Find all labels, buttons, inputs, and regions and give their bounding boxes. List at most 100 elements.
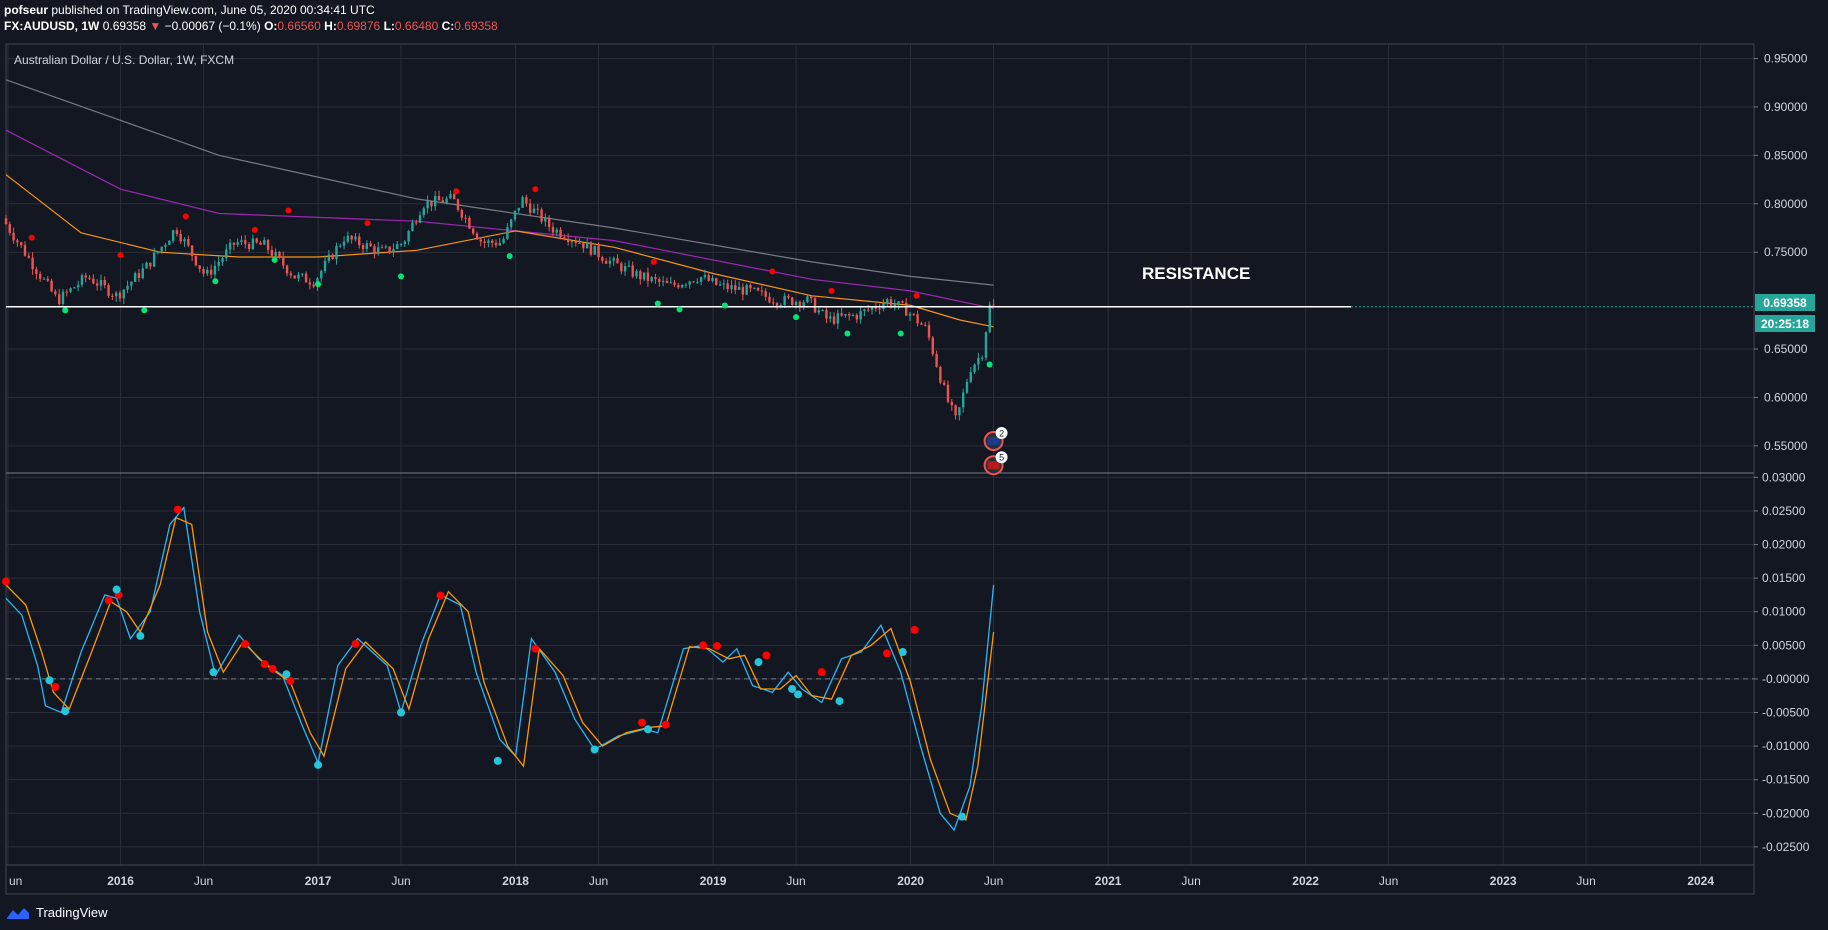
event-count-label[interactable]: 5	[999, 453, 1004, 463]
countdown-badge-label: 20:25:18	[1761, 317, 1809, 331]
pivot-low-marker	[676, 306, 683, 313]
candle-body	[532, 208, 536, 213]
cross-down-marker	[268, 664, 277, 673]
candle-body	[95, 283, 99, 286]
candle-body	[642, 272, 646, 280]
candle-body	[221, 258, 224, 262]
y-tick-label: 0.55000	[1764, 439, 1808, 453]
flag-icon[interactable]	[987, 461, 1000, 470]
candle-body	[563, 237, 566, 240]
x-tick-label: 2023	[1490, 874, 1517, 888]
candle-body	[521, 197, 524, 208]
y-tick-label: -0.02500	[1762, 840, 1810, 854]
candle-body	[540, 209, 543, 222]
candles	[4, 189, 995, 421]
candle-body	[426, 201, 429, 209]
event-count-label[interactable]: 2	[999, 429, 1004, 439]
pivot-high-marker	[364, 220, 371, 227]
candle-body	[916, 314, 919, 324]
x-tick-label: 2022	[1292, 874, 1319, 888]
candle-body	[718, 284, 722, 286]
candle-body	[939, 366, 942, 383]
candle-body	[19, 242, 23, 246]
y-tick-label: -0.01000	[1762, 739, 1810, 753]
candle-body	[388, 246, 391, 253]
footer-brand[interactable]: TradingView	[6, 905, 108, 920]
y-tick-label: -0.00500	[1762, 705, 1810, 719]
candle-body	[924, 324, 927, 326]
candle-body	[88, 277, 91, 279]
flag-icon[interactable]	[987, 437, 1000, 446]
candle-body	[137, 273, 141, 279]
cross-up-marker	[45, 676, 54, 685]
candle-body	[578, 242, 581, 244]
candle-body	[270, 250, 274, 256]
event-markers[interactable]: 25	[983, 427, 1008, 476]
candle-body	[889, 299, 893, 307]
candle-body	[396, 244, 399, 250]
candle-body	[103, 279, 106, 286]
candle-body	[741, 286, 745, 295]
cross-down-marker	[2, 577, 10, 586]
candle-body	[620, 263, 623, 272]
candle-body	[69, 288, 72, 292]
pivot-low-marker	[141, 307, 148, 314]
candle-body	[259, 242, 262, 245]
candle-body	[4, 218, 8, 225]
candle-body	[92, 278, 95, 284]
candle-body	[373, 246, 376, 254]
candle-body	[50, 280, 53, 292]
candle-body	[156, 251, 160, 253]
resistance-annotation[interactable]: RESISTANCE	[1142, 264, 1250, 283]
candle-body	[730, 285, 733, 290]
candle-body	[61, 291, 65, 305]
cross-up-marker	[397, 708, 406, 717]
candle-body	[863, 309, 866, 312]
candle-body	[141, 268, 144, 279]
candle-body	[665, 280, 669, 283]
candle-body	[699, 277, 703, 282]
cross-up-marker	[209, 668, 218, 677]
candle-body	[46, 278, 49, 281]
candle-body	[905, 302, 908, 316]
chart-canvas[interactable]: 25 0.950000.900000.850000.800000.750000.…	[0, 0, 1828, 930]
moving-average-line	[5, 129, 994, 309]
candle-body	[791, 297, 794, 305]
candle-body	[669, 282, 672, 284]
cross-up-marker	[314, 760, 323, 769]
candle-body	[73, 287, 76, 289]
cross-up-marker	[590, 745, 599, 754]
candle-body	[897, 301, 900, 305]
price-badge: 0.69358	[1755, 294, 1815, 311]
candle-body	[251, 238, 255, 250]
candle-body	[927, 325, 931, 338]
price-axis-labels: 0.95000 0.90000 0.85000 0.80000 0.75000 0.650…	[1754, 52, 1808, 453]
candle-body	[99, 279, 103, 286]
candle-body	[339, 245, 342, 247]
y-tick-label: 0.90000	[1764, 100, 1808, 114]
candle-body	[240, 240, 243, 243]
candle-body	[27, 255, 30, 258]
candle-body	[859, 311, 862, 320]
candle-body	[547, 217, 551, 227]
candle-body	[692, 281, 695, 283]
candle-body	[870, 307, 874, 310]
pivot-low-marker	[654, 300, 661, 307]
y-tick-label: -0.02000	[1762, 806, 1810, 820]
candle-body	[513, 210, 517, 220]
candle-body	[779, 305, 783, 307]
cross-up-marker	[493, 756, 502, 765]
candle-body	[111, 295, 114, 297]
y-tick-label: 0.65000	[1764, 342, 1808, 356]
candle-body	[973, 364, 976, 373]
candle-body	[399, 243, 403, 245]
candle-body	[209, 269, 213, 275]
candle-body	[479, 239, 482, 242]
candle-body	[855, 315, 859, 320]
candle-body	[206, 269, 209, 274]
candle-body	[187, 239, 190, 246]
candle-body	[844, 314, 847, 316]
candle-body	[483, 241, 486, 243]
oscillator-markers	[2, 505, 966, 821]
x-tick-label: 2021	[1095, 874, 1122, 888]
